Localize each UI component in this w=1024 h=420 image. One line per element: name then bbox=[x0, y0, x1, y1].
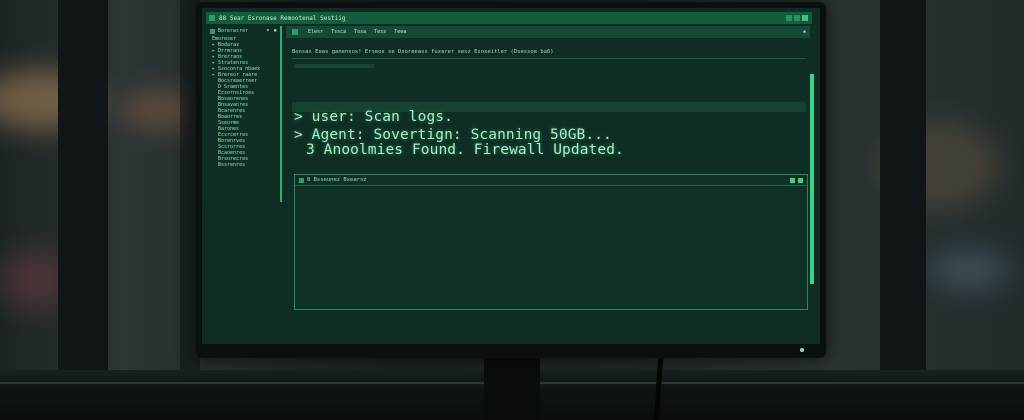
window-frame-left bbox=[58, 0, 108, 420]
output-panel: 8 Bsseunez Bsearsz bbox=[294, 174, 808, 310]
panel-minimize-icon[interactable] bbox=[790, 177, 795, 183]
menu-overflow-icon[interactable]: ▪ bbox=[803, 29, 806, 35]
city-light bbox=[930, 250, 1010, 290]
folder-icon bbox=[210, 28, 215, 34]
status-info-line: Bonsas Eeas ganensos! Erseos se Dsoreeas… bbox=[292, 49, 554, 55]
divider bbox=[292, 58, 806, 59]
menu-item-4[interactable]: Teea bbox=[394, 29, 406, 35]
monitor: 88 Sear Esronase Remootenal Sestiig Bore… bbox=[196, 2, 826, 358]
menu-item-1[interactable]: Tssca bbox=[331, 29, 346, 35]
sidebar-header-controls[interactable]: ▾ ▪ bbox=[266, 28, 277, 34]
dim-text-line bbox=[294, 64, 374, 68]
menu-item-3[interactable]: Tess bbox=[374, 29, 386, 35]
maximize-icon[interactable] bbox=[794, 15, 800, 21]
panel-header: 8 Bsseunez Bsearsz bbox=[295, 175, 807, 186]
panel-controls bbox=[790, 177, 803, 183]
monitor-screen: 88 Sear Esronase Remootenal Sestiig Bore… bbox=[202, 8, 820, 344]
window-frame-right bbox=[880, 0, 926, 420]
menubar: Elesr Tssca Tosa Tess Teea ▪ bbox=[286, 26, 810, 38]
app-icon bbox=[209, 15, 215, 21]
close-icon[interactable] bbox=[802, 15, 808, 21]
terminal-user-line: > user: Scan logs. bbox=[294, 109, 453, 125]
power-led-icon bbox=[800, 348, 804, 352]
window-controls bbox=[786, 15, 808, 21]
sidebar-header-label: Borerwsrer bbox=[218, 28, 249, 34]
menu-item-2[interactable]: Tosa bbox=[354, 29, 366, 35]
panel-close-icon[interactable] bbox=[798, 177, 803, 183]
sidebar: Borerwsrer ▾ ▪ Emoreser ▸ Bodaraz ▸ Drrmra… bbox=[206, 26, 282, 202]
menu-item-0[interactable]: Elesr bbox=[308, 29, 323, 35]
window-title: 88 Sear Esronase Remootenal Sestiig bbox=[219, 14, 346, 22]
monitor-stand bbox=[484, 356, 540, 420]
app-titlebar[interactable]: 88 Sear Esronase Remootenal Sestiig bbox=[206, 12, 812, 24]
terminal-result-line: 3 Anoolmies Found. Firewall Updated. bbox=[306, 142, 624, 158]
panel-title: 8 Bsseunez Bsearsz bbox=[307, 177, 367, 183]
menu-app-icon bbox=[292, 29, 298, 35]
sidebar-header[interactable]: Borerwsrer ▾ ▪ bbox=[206, 26, 280, 36]
sidebar-item[interactable]: Bssrenres bbox=[206, 162, 280, 168]
terminal-agent-line: > Agent: Sovertign: Scanning 50GB... bbox=[294, 127, 612, 143]
panel-icon bbox=[299, 177, 304, 183]
sidebar-tree: Emoreser ▸ Bodaraz ▸ Drrmraos ▸ Brerraos ▸ S… bbox=[206, 36, 280, 168]
vertical-scrollbar[interactable] bbox=[810, 74, 814, 284]
minimize-icon[interactable] bbox=[786, 15, 792, 21]
